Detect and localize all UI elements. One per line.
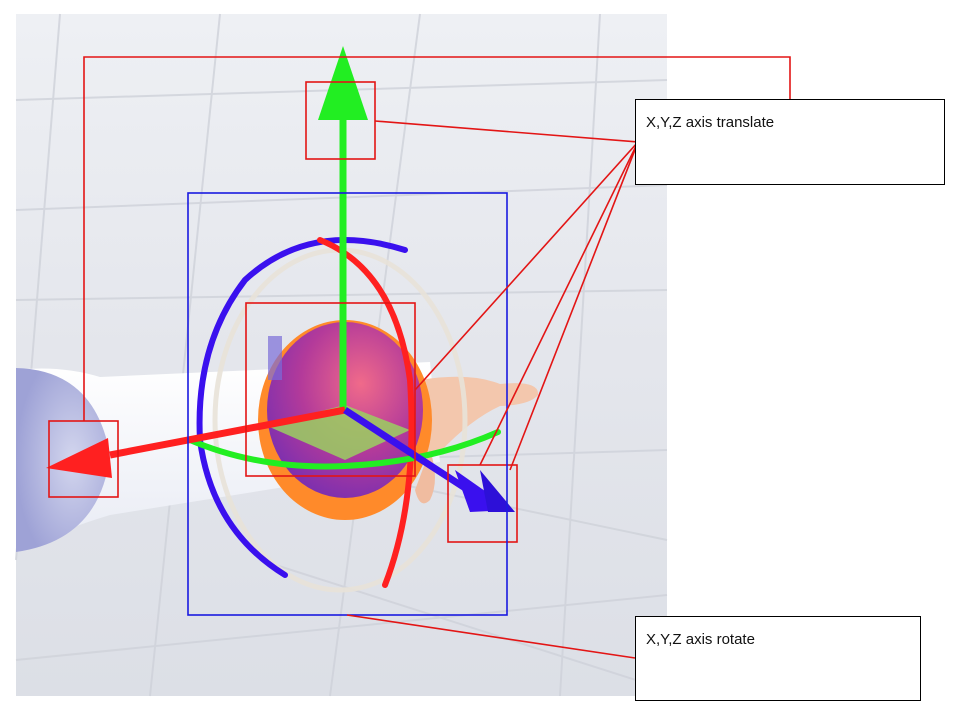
rotate-callout-text: X,Y,Z axis rotate: [646, 631, 755, 648]
translate-callout: X,Y,Z axis translate: [635, 99, 945, 185]
rotate-callout: X,Y,Z axis rotate: [635, 616, 921, 701]
translate-callout-text: X,Y,Z axis translate: [646, 114, 775, 131]
